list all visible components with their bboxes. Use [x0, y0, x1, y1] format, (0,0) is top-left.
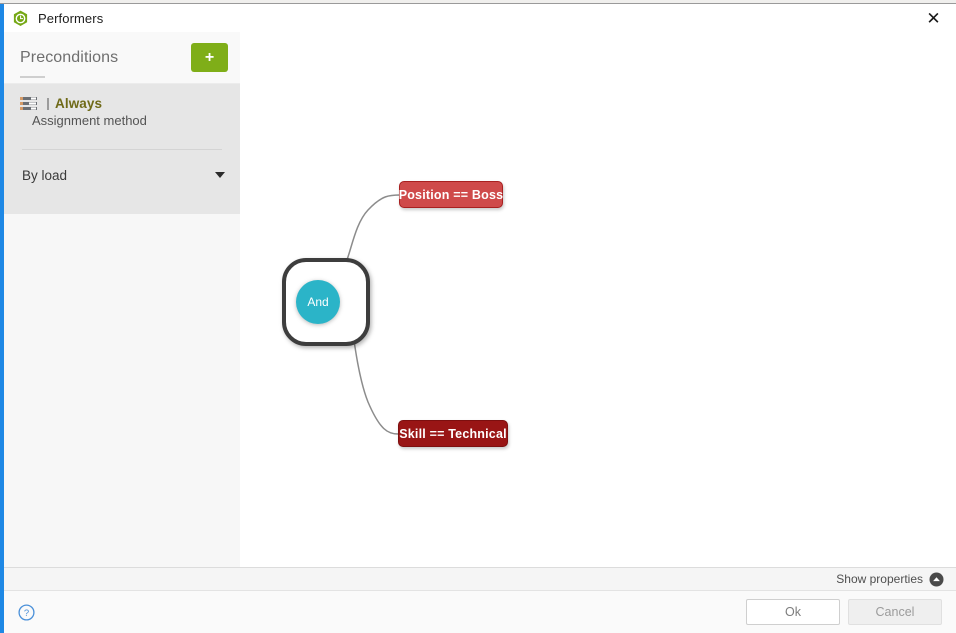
condition-node-position-label: Position == Boss	[398, 187, 504, 202]
chevron-up-circle-icon[interactable]	[929, 572, 944, 587]
page-title: Preconditions	[20, 48, 119, 66]
operator-node-and[interactable]: And	[296, 280, 340, 324]
dialog-body: Preconditions + Always Assignment method…	[4, 32, 956, 567]
page-title-underline	[20, 76, 45, 78]
ok-button[interactable]: Ok	[746, 599, 840, 625]
title-bar: Performers ✕	[4, 4, 956, 32]
show-properties-label[interactable]: Show properties	[836, 572, 923, 586]
dialog-footer: ? Ok Cancel	[4, 591, 956, 633]
add-precondition-button[interactable]: +	[191, 43, 228, 72]
condition-node-skill[interactable]: Skill == Technical	[398, 420, 508, 447]
precondition-title: Always	[55, 96, 103, 111]
assignment-method-divider	[22, 149, 222, 150]
operator-node-label: And	[307, 295, 329, 309]
window-left-accent-rail	[0, 4, 4, 633]
condition-list-icon	[20, 97, 37, 110]
condition-node-position[interactable]: Position == Boss	[399, 181, 503, 208]
precondition-title-bar	[47, 97, 49, 110]
close-icon[interactable]: ✕	[911, 4, 956, 32]
window-title: Performers	[38, 10, 104, 26]
graph-edges	[282, 194, 401, 435]
show-properties-bar: Show properties	[4, 567, 956, 591]
assignment-method-value: By load	[22, 167, 68, 183]
clock-shield-icon	[12, 10, 29, 27]
condition-node-skill-label: Skill == Technical	[399, 426, 507, 441]
preconditions-sidebar: Preconditions + Always Assignment method…	[4, 32, 240, 567]
cancel-button[interactable]: Cancel	[848, 599, 942, 625]
assignment-method-label: Assignment method	[32, 113, 147, 128]
assignment-method-select[interactable]: By load	[22, 160, 227, 190]
precondition-title-row: Always	[4, 84, 240, 111]
chevron-down-icon	[215, 172, 225, 178]
performers-dialog: Performers ✕ Preconditions + Always Assi…	[0, 0, 956, 633]
help-circle-icon[interactable]: ?	[4, 603, 35, 621]
svg-text:?: ?	[24, 608, 29, 619]
condition-graph-canvas[interactable]: And Position == Boss Skill == Technical	[240, 32, 956, 567]
precondition-item-always[interactable]: Always Assignment method By load	[4, 84, 240, 214]
